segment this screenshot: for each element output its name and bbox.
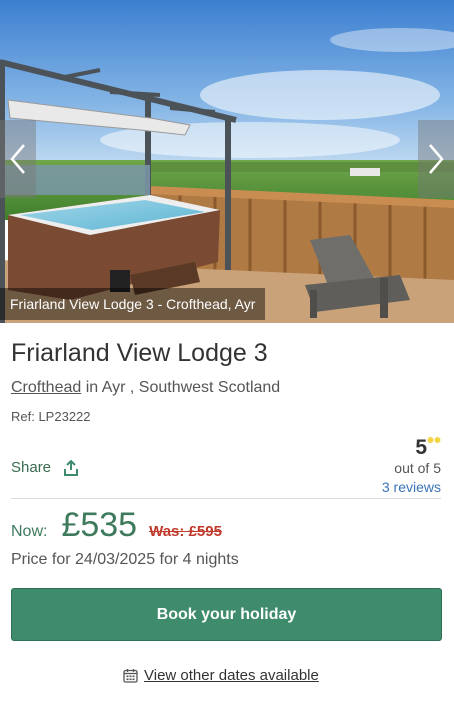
now-label: Now:	[11, 523, 48, 540]
share-label: Share	[11, 459, 52, 476]
photo-gallery[interactable]: Friarland View Lodge 3 - Crofthead, Ayr	[0, 0, 454, 323]
other-dates-label: View other dates available	[144, 667, 319, 684]
price-row: Now: £535 Was: £595	[11, 506, 222, 545]
location-region: in Ayr , Southwest Scotland	[81, 379, 281, 396]
other-dates-link[interactable]: View other dates available	[123, 667, 319, 684]
rating-score-wrap: 5	[415, 436, 441, 460]
current-price: £535	[61, 506, 138, 544]
share-button[interactable]: Share	[11, 459, 79, 476]
rating-dots-icon	[427, 437, 441, 443]
property-title: Friarland View Lodge 3	[11, 339, 268, 367]
lodge-hot-tub-photo	[0, 0, 454, 323]
location-link[interactable]: Crofthead	[11, 379, 81, 396]
calendar-icon	[123, 669, 138, 683]
was-price: Was: £595	[149, 523, 222, 540]
gallery-next-button[interactable]	[418, 120, 454, 198]
photo-caption: Friarland View Lodge 3 - Crofthead, Ayr	[0, 288, 266, 320]
share-icon	[64, 459, 79, 476]
chevron-left-icon	[10, 144, 25, 174]
property-location: Crofthead in Ayr , Southwest Scotland	[11, 379, 280, 397]
divider	[11, 498, 441, 499]
price-note: Price for 24/03/2025 for 4 nights	[11, 551, 239, 568]
property-reference: Ref: LP23222	[11, 409, 91, 424]
rating-summary: 5 out of 5 3 reviews	[331, 436, 441, 495]
rating-out-of: out of 5	[394, 460, 441, 476]
book-holiday-button[interactable]: Book your holiday	[11, 588, 442, 641]
rating-score: 5	[415, 436, 427, 459]
reviews-link[interactable]: 3 reviews	[331, 479, 441, 495]
gallery-prev-button[interactable]	[0, 120, 36, 198]
chevron-right-icon	[429, 144, 444, 174]
